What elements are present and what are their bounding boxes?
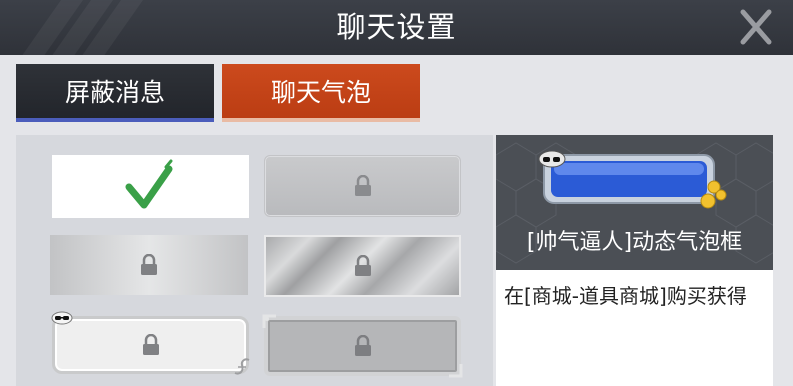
bubble-option-default[interactable] bbox=[52, 155, 249, 218]
checkmark-icon bbox=[125, 159, 173, 209]
ornament-icon bbox=[449, 364, 463, 378]
bubble-description-card: 在[商城-道具商城]购买获得 bbox=[496, 270, 773, 386]
animated-bubble-preview bbox=[538, 151, 727, 209]
lock-icon bbox=[354, 175, 371, 196]
bubble-option-sunglasses[interactable] bbox=[51, 311, 250, 375]
close-x-icon bbox=[740, 9, 772, 45]
tab-strip: 屏蔽消息 聊天气泡 bbox=[0, 55, 793, 130]
lock-icon bbox=[354, 335, 371, 356]
close-button[interactable] bbox=[733, 4, 779, 50]
lock-icon bbox=[141, 254, 157, 275]
bubble-name: [帅气逼人]动态气泡框 bbox=[526, 230, 743, 255]
tab-block-messages[interactable]: 屏蔽消息 bbox=[16, 64, 214, 122]
bubble-acquire-text: 在[商城-道具商城]购买获得 bbox=[504, 284, 747, 308]
title-bar: 聊天设置 bbox=[0, 0, 793, 55]
tab-chat-bubble[interactable]: 聊天气泡 bbox=[222, 64, 420, 122]
ornament-icon bbox=[262, 314, 276, 328]
bubble-option-gray[interactable] bbox=[264, 155, 461, 217]
bubble-grid bbox=[16, 135, 493, 386]
bubble-option-ornate[interactable] bbox=[262, 314, 463, 378]
page-title: 聊天设置 bbox=[336, 10, 457, 44]
ornament-icon bbox=[234, 358, 250, 375]
bubble-option-silver[interactable] bbox=[50, 235, 248, 295]
sunglasses-icon bbox=[51, 311, 73, 325]
bubble-preview-card: [帅气逼人]动态气泡框 bbox=[496, 135, 773, 270]
bubble-option-chrome[interactable] bbox=[264, 235, 461, 297]
lock-icon bbox=[354, 255, 371, 276]
lock-icon bbox=[142, 334, 159, 355]
